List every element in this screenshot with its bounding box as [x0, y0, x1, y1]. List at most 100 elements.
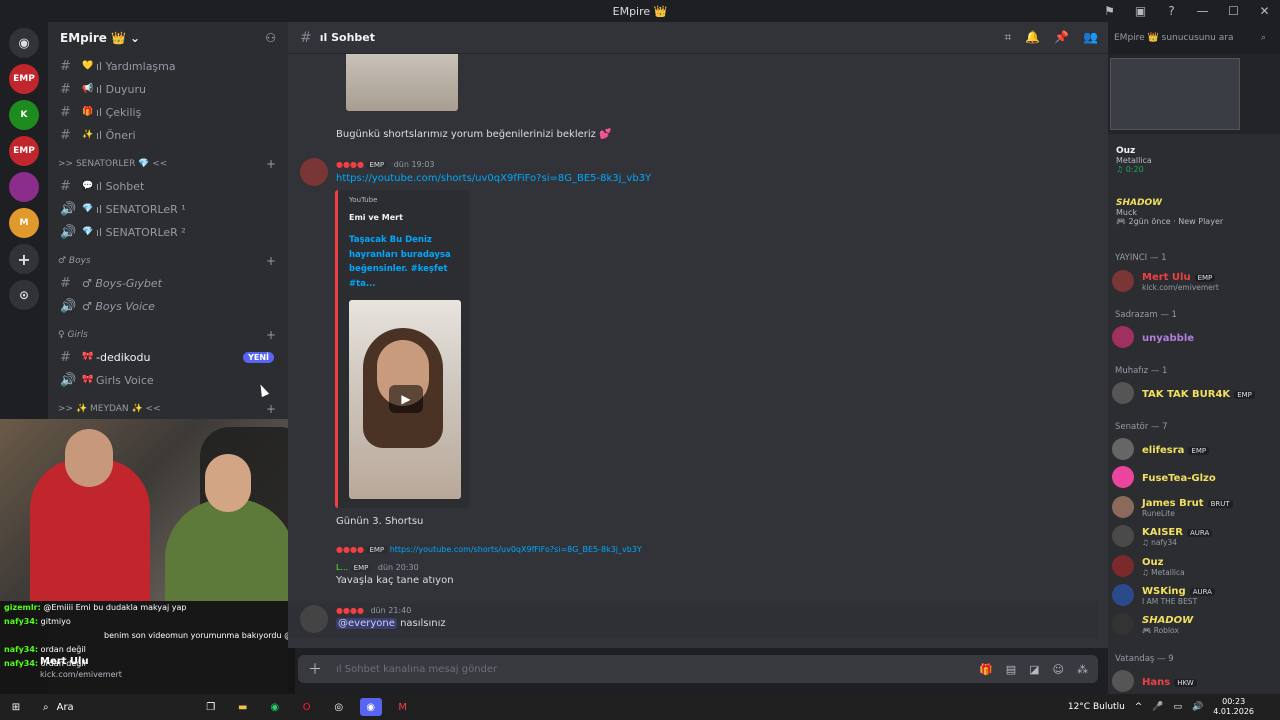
channel-item[interactable]: # ♂ Boys-Gıybet	[48, 272, 288, 294]
user-panel[interactable]: Mert Ulu kick.com/emivemert	[0, 652, 290, 692]
voice-channel-item[interactable]: 🔊 ♂ Boys Voice	[48, 295, 288, 317]
clock[interactable]: 00:23 4.01.2026	[1213, 697, 1254, 717]
add-server-icon[interactable]: +	[9, 244, 39, 274]
whatsapp-icon[interactable]: ◉	[264, 698, 286, 716]
message-list: Bugünkü shortslarımız yorum beğenilerini…	[288, 54, 1108, 648]
hash-icon: #	[60, 178, 71, 194]
server-icon[interactable]	[9, 172, 39, 202]
streamer-left-head	[65, 429, 113, 487]
avatar	[1112, 555, 1134, 577]
apps-icon[interactable]: ⁂	[1077, 663, 1088, 676]
taskbar-search[interactable]: ⌕ Ara	[37, 698, 80, 716]
file-explorer-icon[interactable]: ▬	[232, 698, 254, 716]
member-item[interactable]: SHADOW 🎮 Roblox	[1112, 611, 1277, 637]
reply-preview[interactable]: ●●●● EMP https://youtube.com/shorts/uv0q…	[336, 545, 642, 554]
bell-icon[interactable]: 🔔	[1025, 30, 1040, 45]
member-item[interactable]: FuseTea-Glzo	[1112, 464, 1277, 490]
channel-item[interactable]: # 📢 ıl Duyuru	[48, 78, 288, 100]
battery-icon[interactable]: ▭	[1174, 702, 1183, 712]
obs-icon[interactable]: ◎	[328, 698, 350, 716]
inbox-icon[interactable]: ⚑	[1094, 4, 1125, 18]
search-input[interactable]: EMpire 👑 sunucusunu ara ⌕	[1108, 28, 1272, 48]
message-text: @everyone nasılsınız	[336, 618, 446, 629]
voice-channel-item[interactable]: 🔊 💎 ıl SENATORLeR ²	[48, 221, 288, 243]
voice-channel-item[interactable]: 🔊 🎀 Girls Voice	[48, 369, 288, 391]
message-text: Bugünkü shortslarımız yorum beğenilerini…	[336, 129, 612, 140]
gift-icon[interactable]: 🎁	[979, 663, 993, 676]
embed-title[interactable]: Taşacak Bu Deniz hayranları buradaysa be…	[349, 233, 461, 291]
message-composer[interactable]: ＋ ıl Sohbet kanalına mesaj gönder 🎁 ▤ ◪ …	[298, 655, 1098, 683]
maximize-button[interactable]: ☐	[1218, 4, 1249, 18]
embed-author[interactable]: Emi ve Mert	[349, 213, 403, 222]
minimize-button[interactable]: —	[1187, 4, 1218, 18]
category-senators[interactable]: >> SENATORLER 💎 << +	[48, 154, 288, 174]
member-item[interactable]: James Brut BRUT RuneLite	[1112, 494, 1277, 520]
message-link[interactable]: https://youtube.com/shorts/uv0qX9fFiFo?s…	[336, 173, 651, 184]
discover-icon[interactable]: ⊙	[9, 280, 39, 310]
message-text: Günün 3. Shortsu	[336, 516, 424, 527]
play-icon[interactable]: ▶	[389, 385, 423, 413]
member-item[interactable]: Mert Ulu EMP kick.com/emivemert	[1112, 268, 1277, 294]
sticker-icon[interactable]: ◪	[1029, 663, 1039, 676]
member-item[interactable]: unyabble	[1112, 324, 1277, 350]
chat-line: nafy34: gitmiyo	[4, 617, 71, 626]
discord-taskbar-icon[interactable]: ◉	[359, 698, 382, 716]
member-item[interactable]: TAK TAK BUR4K EMP	[1112, 380, 1277, 406]
speaker-icon: 🔊	[60, 298, 77, 314]
category-meydan[interactable]: >> ✨ MEYDAN ✨ << +	[48, 399, 288, 419]
avatar	[1112, 670, 1134, 692]
channel-item[interactable]: # 💛 ıl Yardımlaşma	[48, 55, 288, 77]
window-title: EMpire 👑	[612, 4, 668, 18]
channel-item[interactable]: # 🎁 ıl Çekiliş	[48, 101, 288, 123]
app-icon[interactable]: M	[392, 698, 414, 716]
add-channel-icon[interactable]: +	[266, 328, 276, 342]
threads-icon[interactable]: ⌗	[1004, 30, 1011, 45]
avatar[interactable]	[300, 605, 328, 633]
mic-icon[interactable]: 🎤	[1152, 702, 1163, 712]
windows-start-icon[interactable]: ⊞	[5, 698, 27, 716]
member-item[interactable]: Hans HKW	[1112, 668, 1277, 694]
channel-item[interactable]: # 💬 ıl Sohbet	[48, 175, 288, 197]
server-icon[interactable]: EMP	[9, 64, 39, 94]
add-member-icon[interactable]: ⚇	[265, 31, 276, 45]
activity-card[interactable]: SHADOW Muck 🎮 2gün önce · New Player	[1116, 198, 1223, 226]
activity-preview[interactable]	[1108, 54, 1280, 134]
help-icon[interactable]: ?	[1156, 4, 1187, 18]
member-item[interactable]: KAISER AURA ♫ nafy34	[1112, 523, 1277, 549]
video-thumbnail[interactable]	[346, 54, 458, 111]
new-badge: YENİ	[243, 351, 274, 363]
emoji-icon[interactable]: ☺	[1053, 663, 1064, 676]
category-boys[interactable]: ♂ Boys +	[48, 251, 288, 271]
attach-icon[interactable]: ＋	[308, 659, 322, 679]
role-group-title: Senatör — 7	[1115, 422, 1168, 432]
category-girls[interactable]: ♀ Girls +	[48, 325, 288, 345]
guild-header[interactable]: EMpire 👑 ⌄ ⚇	[48, 22, 288, 54]
add-channel-icon[interactable]: +	[266, 254, 276, 268]
task-view-icon[interactable]: ❐	[200, 698, 222, 716]
server-icon[interactable]: M	[9, 208, 39, 238]
embed-video-thumbnail[interactable]: ▶	[349, 300, 461, 499]
server-icon[interactable]: EMP	[9, 136, 39, 166]
opera-icon[interactable]: O	[296, 698, 318, 716]
weather-widget[interactable]: 12°C Bulutlu	[1068, 702, 1125, 712]
member-item[interactable]: Ouz ♫ Metallica	[1112, 553, 1277, 579]
screen-icon[interactable]: ▣	[1125, 4, 1156, 18]
voice-channel-item[interactable]: 🔊 💎 ıl SENATORLeR ¹	[48, 198, 288, 220]
add-channel-icon[interactable]: +	[266, 402, 276, 416]
pin-icon[interactable]: 📌	[1054, 30, 1069, 45]
discord-home-icon[interactable]: ◉	[9, 28, 39, 58]
channel-item[interactable]: # ✨ ıl Öneri	[48, 124, 288, 146]
activity-card[interactable]: Ouz Metallica ♫ 0:20	[1116, 146, 1152, 174]
member-item[interactable]: elifesra EMP	[1112, 436, 1277, 462]
role-group-title: Sadrazam — 1	[1115, 310, 1177, 320]
gif-icon[interactable]: ▤	[1006, 663, 1016, 676]
member-item[interactable]: WSKing AURA I AM THE BEST	[1112, 582, 1277, 608]
volume-icon[interactable]: 🔊	[1192, 702, 1203, 712]
channel-item[interactable]: # 🎀 -dedikodu YENİ	[48, 346, 288, 368]
server-icon[interactable]: K	[9, 100, 39, 130]
add-channel-icon[interactable]: +	[266, 157, 276, 171]
avatar[interactable]	[300, 158, 328, 186]
close-button[interactable]: ✕	[1249, 4, 1280, 18]
tray-chevron-icon[interactable]: ^	[1135, 702, 1143, 712]
members-icon[interactable]: 👥	[1083, 30, 1098, 45]
